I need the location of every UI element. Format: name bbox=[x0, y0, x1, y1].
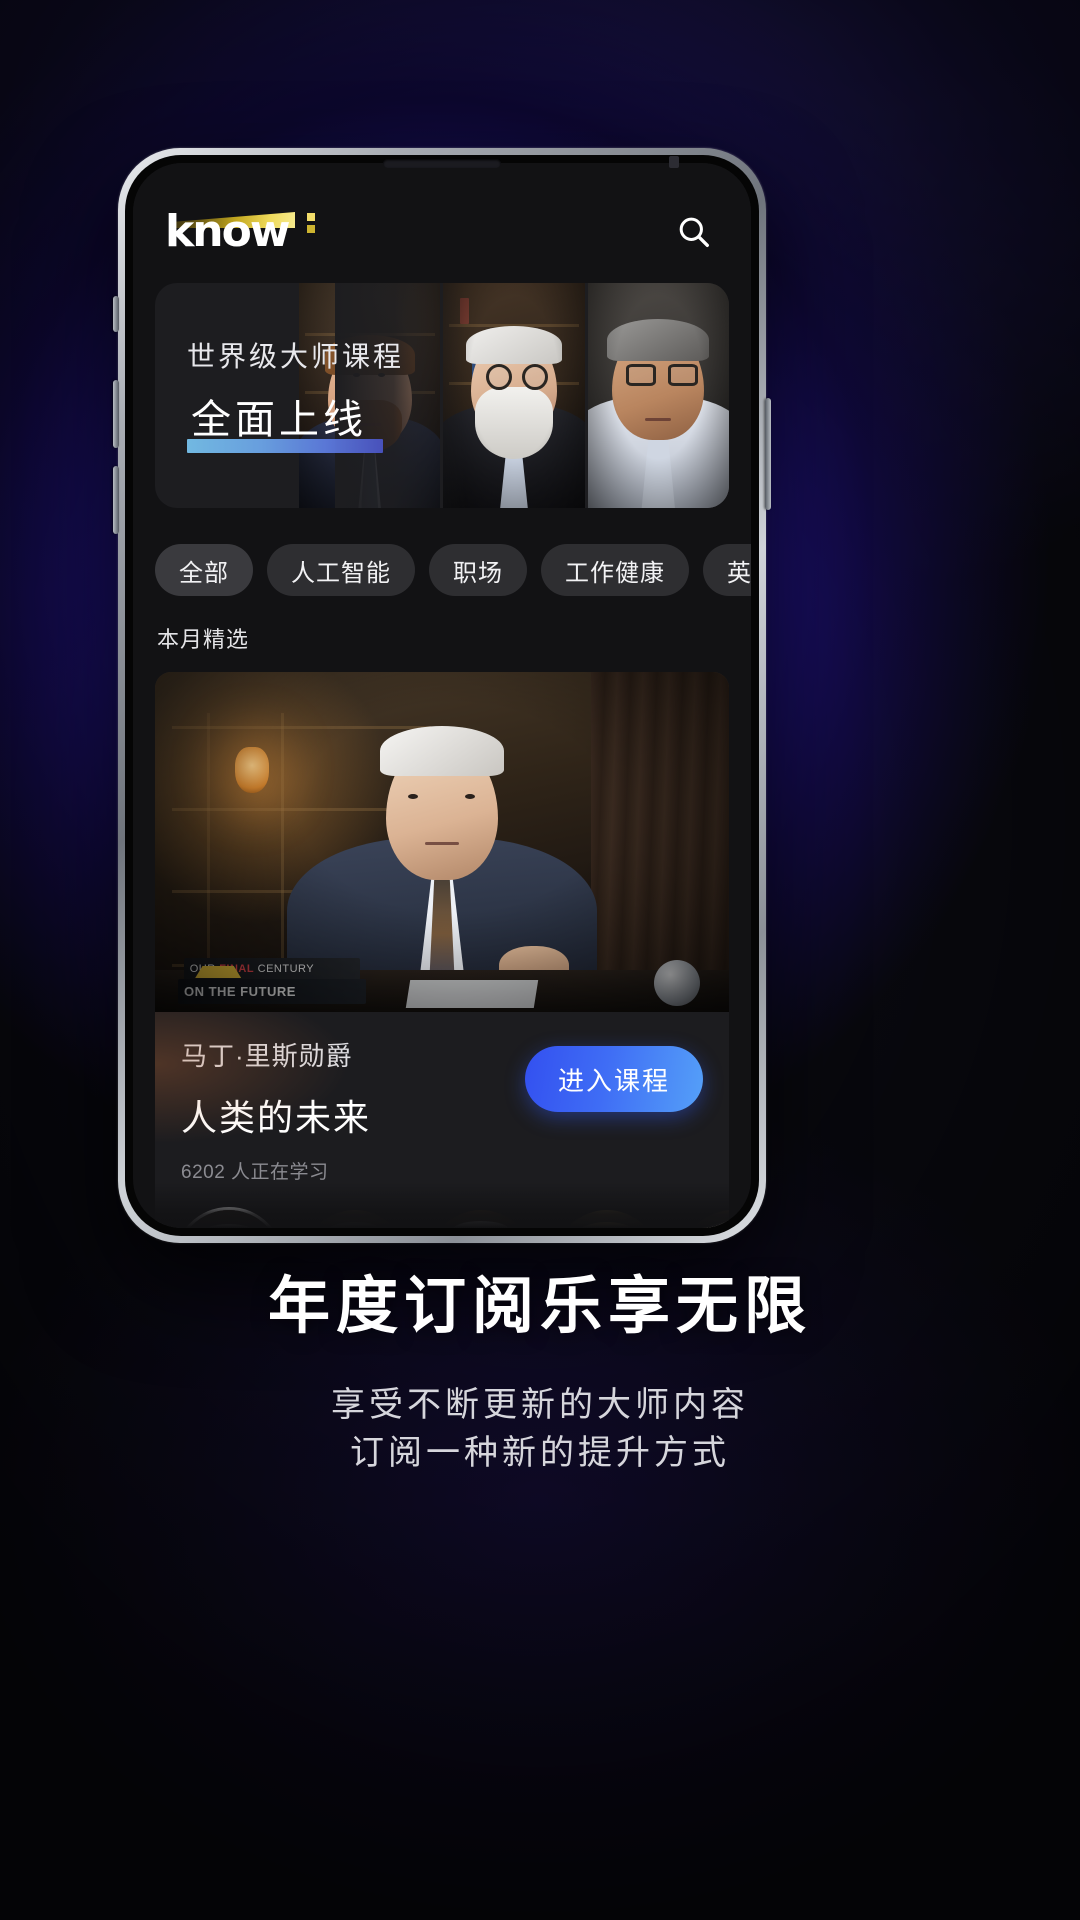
logo-wordmark: know bbox=[165, 206, 290, 257]
category-pill-english[interactable]: 英语 bbox=[703, 544, 751, 596]
promo-subcopy: 享受不断更新的大师内容 订阅一种新的提升方式 bbox=[0, 1381, 1080, 1478]
category-pill-health[interactable]: 工作健康 bbox=[541, 544, 689, 596]
avatar-martin-rees[interactable] bbox=[177, 1210, 281, 1228]
course-learner-count: 6202 人正在学习 bbox=[181, 1162, 329, 1183]
logo-dots-icon bbox=[307, 213, 315, 237]
instructor-avatar-row[interactable] bbox=[155, 1200, 729, 1228]
promo-headline: 年度订阅乐享无限 bbox=[267, 1272, 812, 1341]
promo-line-2: 订阅一种新的提升方式 bbox=[350, 1434, 730, 1473]
mute-switch[interactable] bbox=[113, 296, 119, 332]
earpiece-speaker bbox=[383, 159, 501, 168]
section-heading: 本月精选 bbox=[157, 627, 250, 652]
enter-course-button[interactable]: 进入课程 bbox=[525, 1046, 703, 1112]
hero-subtitle: 世界级大师课程 bbox=[187, 341, 405, 372]
volume-down-button[interactable] bbox=[113, 466, 119, 534]
avatar-instructor-2[interactable] bbox=[303, 1210, 407, 1228]
promo-screenshot-stage: know 世界级大师课程 全面上线 全部 人工智能 职场 工作健康 英 本月精选… bbox=[0, 0, 1080, 1920]
hero-text-block: 世界级大师课程 全面上线 bbox=[187, 335, 405, 453]
avatar-instructor-3[interactable] bbox=[429, 1210, 533, 1228]
power-button[interactable] bbox=[765, 398, 771, 510]
search-button[interactable] bbox=[667, 205, 721, 259]
app-logo[interactable]: know bbox=[165, 207, 315, 257]
phone-bezel: know 世界级大师课程 全面上线 全部 人工智能 职场 工作健康 英 本月精选… bbox=[125, 155, 759, 1236]
hero-title: 全面上线 bbox=[187, 387, 383, 453]
category-pill-workplace[interactable]: 职场 bbox=[429, 544, 527, 596]
course-info-block: 马丁·里斯勋爵 人类的未来 6202 人正在学习 进入课程 bbox=[155, 1012, 729, 1200]
category-pill-all[interactable]: 全部 bbox=[155, 544, 253, 596]
phone-device-frame: know 世界级大师课程 全面上线 全部 人工智能 职场 工作健康 英 本月精选… bbox=[113, 148, 771, 1243]
app-header: know bbox=[133, 163, 751, 267]
front-camera bbox=[669, 156, 679, 168]
hero-banner[interactable]: 世界级大师课程 全面上线 bbox=[155, 283, 729, 508]
promo-copy: 年度订阅乐享无限 享受不断更新的大师内容 订阅一种新的提升方式 bbox=[0, 1255, 1080, 1478]
hero-portrait-3 bbox=[587, 283, 729, 508]
avatar-instructor-5[interactable] bbox=[681, 1210, 729, 1228]
hero-title-text: 全面上线 bbox=[191, 398, 367, 442]
course-cover-image: OUR FINAL CENTURY ON THE FUTURE bbox=[155, 672, 729, 1012]
category-pill-ai[interactable]: 人工智能 bbox=[267, 544, 415, 596]
avatar-instructor-4[interactable] bbox=[555, 1210, 659, 1228]
hero-underline-bar bbox=[187, 439, 383, 453]
category-filter-row[interactable]: 全部 人工智能 职场 工作健康 英语 bbox=[133, 508, 751, 596]
app-screen: know 世界级大师课程 全面上线 全部 人工智能 职场 工作健康 英 本月精选… bbox=[133, 163, 751, 1228]
featured-course-card[interactable]: OUR FINAL CENTURY ON THE FUTURE bbox=[155, 672, 729, 1228]
promo-line-1: 享受不断更新的大师内容 bbox=[331, 1386, 749, 1424]
search-icon bbox=[679, 217, 709, 247]
volume-up-button[interactable] bbox=[113, 380, 119, 448]
